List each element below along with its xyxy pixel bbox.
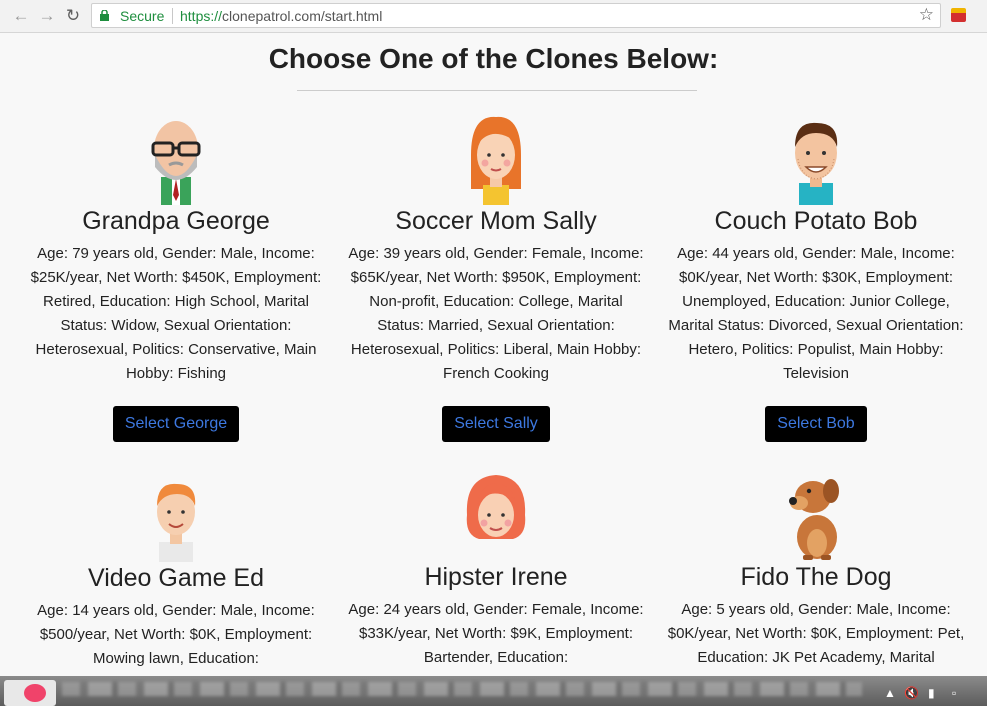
clone-card-irene: Hipster Irene Age: 24 years old, Gender:… [336,471,656,670]
dog-avatar-icon [789,479,839,560]
clone-description: Age: 79 years old, Gender: Male, Income:… [30,245,322,382]
clone-description: Age: 44 years old, Gender: Male, Income:… [668,245,964,382]
clone-description: Age: 5 years old, Gender: Male, Income: … [667,601,965,666]
clone-card-ed: Video Game Ed Age: 14 years old, Gender:… [16,472,336,671]
clone-name: Couch Potato Bob [714,207,918,235]
url-text[interactable]: https://clonepatrol.com/start.html [180,8,382,24]
lock-icon [100,10,109,21]
clone-name: Soccer Mom Sally [395,207,597,235]
tray-arrow-icon[interactable]: ▲ [884,686,896,700]
browser-toolbar: ← → ↻ Secure https://clonepatrol.com/sta… [0,0,987,33]
power-icon[interactable]: ▮ [928,686,935,700]
page-content: Choose One of the Clones Below: Grandpa … [0,33,987,676]
couch-potato-avatar-icon [795,122,838,205]
forward-arrow-icon[interactable]: → [38,7,56,25]
speaker-muted-icon[interactable]: 🔇 [904,686,919,700]
soccer-mom-avatar-icon [471,116,521,205]
clone-description: Age: 39 years old, Gender: Female, Incom… [348,245,644,382]
select-sally-button[interactable]: Select Sally [442,406,550,442]
clone-card-sally: Soccer Mom Sally Age: 39 years old, Gend… [336,115,656,442]
clone-card-fido: Fido The Dog Age: 5 years old, Gender: M… [656,471,976,670]
video-game-kid-avatar-icon [157,483,196,562]
back-arrow-icon[interactable]: ← [12,7,30,25]
clone-card-george: Grandpa George Age: 79 years old, Gender… [16,115,336,442]
secure-label: Secure [120,8,165,24]
bookmark-star-icon[interactable]: ☆ [919,5,934,25]
clone-name: Hipster Irene [424,563,568,591]
clone-name: Grandpa George [82,207,270,235]
screenshot-app-button[interactable] [4,680,56,706]
clone-name: Fido The Dog [740,563,892,591]
os-taskbar [0,676,987,706]
hipster-avatar-icon [466,475,526,539]
reload-icon[interactable]: ↻ [64,7,82,25]
extension-icon[interactable] [951,8,966,22]
clone-card-bob: Couch Potato Bob Age: 44 years old, Gend… [656,115,976,442]
grandpa-avatar-icon [151,121,201,205]
address-bar[interactable]: Secure https://clonepatrol.com/start.htm… [91,3,941,28]
select-george-button[interactable]: Select George [112,406,240,442]
network-icon[interactable]: ▫ [952,686,956,700]
clone-description: Age: 24 years old, Gender: Female, Incom… [348,601,644,666]
camera-icon [24,684,46,702]
taskbar-blurred-items [62,682,862,696]
title-divider [297,90,697,91]
select-bob-button[interactable]: Select Bob [765,406,867,442]
page-title: Choose One of the Clones Below: [268,43,719,74]
clone-name: Video Game Ed [87,564,265,592]
clone-description: Age: 14 years old, Gender: Male, Income:… [37,602,315,667]
address-separator [172,8,173,24]
